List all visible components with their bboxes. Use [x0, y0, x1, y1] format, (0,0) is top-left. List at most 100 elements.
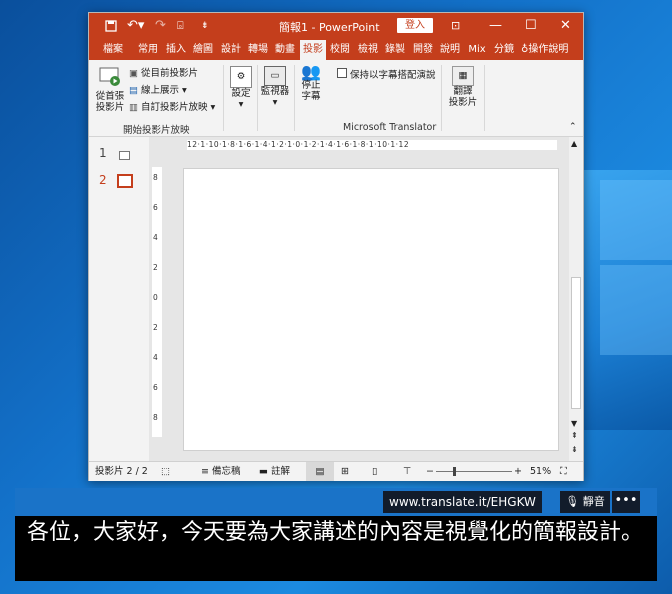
next-slide-icon[interactable]: ⇟ — [571, 445, 578, 454]
notes-label: 備忘稿 — [212, 466, 241, 477]
tab-design[interactable]: 設計 — [218, 40, 244, 60]
microphone-icon: 🎙 — [565, 495, 580, 508]
stop-subtitles-label-2: 字幕 — [301, 91, 321, 102]
keep-subtitles-checkbox[interactable]: 保持以字幕搭配演說 — [337, 68, 436, 82]
notes-check-icon[interactable]: ⬚ — [161, 462, 170, 481]
translate-slides-button[interactable]: ▦ 翻譯 投影片 — [447, 66, 479, 108]
tab-view[interactable]: 檢視 — [355, 40, 381, 60]
vruler-label: 6 — [153, 383, 158, 392]
setup-icon: ⚙ — [230, 66, 252, 88]
tab-record[interactable]: 錄製 — [382, 40, 408, 60]
tab-slideshow[interactable]: 投影 — [300, 40, 326, 60]
sorter-view-icon[interactable]: ⊞ — [341, 462, 349, 481]
redo-icon[interactable]: ↷ — [155, 17, 166, 35]
ribbon-separator — [257, 65, 258, 131]
fit-to-window-icon[interactable]: ⛶ — [560, 462, 567, 481]
minimize-icon[interactable]: — — [489, 17, 502, 35]
monitor-icon: ▭ — [264, 66, 286, 86]
thumbnail-pane: 1 2 — [89, 137, 149, 461]
desktop-window-pane — [600, 265, 672, 355]
custom-show-label: 自訂投影片放映 — [141, 102, 208, 113]
zoom-out-icon[interactable]: − — [426, 462, 434, 481]
mute-button[interactable]: 🎙 靜音 — [560, 491, 610, 513]
notes-icon: ≡ — [201, 466, 209, 477]
tab-developer[interactable]: 開發 — [410, 40, 436, 60]
vruler-label: 6 — [153, 203, 158, 212]
subtitle-text: 各位，大家好，今天要為大家講述的內容是視覺化的簡報設計。 — [27, 520, 644, 545]
tab-transitions[interactable]: 轉場 — [245, 40, 271, 60]
reading-view-icon[interactable]: ▯ — [372, 462, 377, 481]
tab-insert[interactable]: 插入 — [163, 40, 189, 60]
slide-canvas[interactable] — [183, 168, 559, 451]
vertical-ruler: 8 6 4 2 0 2 4 6 8 — [152, 167, 162, 437]
tab-home[interactable]: 常用 — [135, 40, 161, 60]
tab-file[interactable]: 檔案 — [97, 40, 129, 60]
ribbon-separator — [484, 65, 485, 131]
comments-button[interactable]: ▬ 註解 — [259, 462, 290, 481]
translate-slides-label-1: 翻譯 — [453, 86, 473, 97]
notes-button[interactable]: ≡ 備忘稿 — [201, 462, 241, 481]
translate-slides-label-2: 投影片 — [448, 97, 478, 108]
vruler-label: 4 — [153, 233, 158, 242]
zoom-in-icon[interactable]: + — [514, 462, 522, 481]
setup-button[interactable]: ⚙ 設定 ▾ — [227, 66, 255, 110]
undo-icon[interactable]: ↶▾ — [127, 17, 144, 35]
qat-more-icon[interactable]: ⇟ — [201, 17, 209, 35]
vruler-label: 2 — [153, 263, 158, 272]
comments-label: 註解 — [271, 466, 291, 477]
scroll-up-icon[interactable]: ▲ — [571, 139, 577, 148]
slide-thumbnail-1[interactable] — [119, 151, 130, 160]
ribbon-options-icon[interactable]: ⊡ — [451, 17, 460, 35]
tab-mix[interactable]: Mix — [465, 40, 489, 60]
caption-overlay: www.translate.it/EHGKW 🎙 靜音 ••• 各位，大家好，今… — [15, 488, 657, 581]
zoom-slider-thumb[interactable] — [453, 467, 456, 476]
custom-show-button[interactable]: ▥ 自訂投影片放映 ▾ — [129, 102, 215, 114]
thumbnail-number: 1 — [99, 146, 107, 160]
tab-animations[interactable]: 動畫 — [272, 40, 298, 60]
maximize-icon[interactable]: ☐ — [525, 17, 537, 35]
from-current-button[interactable]: ▣ 從目前投影片 — [129, 68, 198, 80]
group-label-start-slideshow: 開始投影片放映 — [123, 125, 190, 136]
vruler-label: 0 — [153, 293, 158, 302]
ribbon-separator — [441, 65, 442, 131]
slideshow-view-icon[interactable]: ⊤ — [403, 462, 411, 481]
tab-review[interactable]: 校閱 — [327, 40, 353, 60]
tab-draw[interactable]: 繪圖 — [190, 40, 216, 60]
desktop-window-pane — [600, 180, 672, 260]
save-icon[interactable] — [105, 17, 117, 35]
vertical-scrollbar[interactable]: ▲ ▼ ⇞ ⇟ — [569, 137, 582, 461]
vruler-label: 8 — [153, 173, 158, 182]
setup-label: 設定 — [231, 88, 251, 99]
from-beginning-button[interactable]: 從首張 投影片 — [93, 66, 127, 113]
zoom-level[interactable]: 51% — [530, 462, 551, 481]
online-present-label: 線上展示 — [141, 85, 180, 96]
close-icon[interactable]: ✕ — [560, 17, 571, 35]
translate-url[interactable]: www.translate.it/EHGKW — [383, 491, 542, 513]
mute-label: 靜音 — [582, 495, 605, 508]
scroll-down-icon[interactable]: ▼ — [571, 419, 577, 428]
present-icon[interactable]: ⌻ — [177, 17, 184, 35]
from-current-label: 從目前投影片 — [141, 68, 199, 79]
tab-storyboard[interactable]: 分鏡 — [491, 40, 517, 60]
from-beginning-label-1: 從首張 — [95, 91, 125, 102]
tell-me-search[interactable]: ♁操作說明 — [521, 40, 581, 60]
more-options-button[interactable]: ••• — [612, 491, 640, 513]
monitor-button[interactable]: ▭ 監視器 ▾ — [259, 66, 291, 108]
slide-thumbnail-2[interactable] — [117, 174, 133, 188]
sign-in-button[interactable]: 登入 — [397, 18, 433, 33]
prev-slide-icon[interactable]: ⇞ — [571, 431, 578, 440]
zoom-slider[interactable] — [436, 471, 512, 472]
normal-view-icon[interactable]: ▤ — [306, 462, 334, 481]
title-bar: ↶▾ ↷ ⌻ ⇟ 簡報1 - PowerPoint 登入 ⊡ — ☐ ✕ — [89, 13, 583, 40]
horizontal-ruler: 12·1·10·1·8·1·6·1·4·1·2·1·0·1·2·1·4·1·6·… — [187, 140, 557, 150]
tab-help[interactable]: 說明 — [437, 40, 463, 60]
stop-subtitles-button[interactable]: 👥 停止 字幕 — [296, 64, 326, 103]
status-bar: 投影片 2 / 2 ⬚ ≡ 備忘稿 ▬ 註解 ▤ ⊞ ▯ ⊤ − + 51% ⛶ — [89, 461, 583, 481]
collapse-ribbon-icon[interactable]: ⌃ — [569, 122, 577, 132]
translate-slides-icon: ▦ — [452, 66, 474, 86]
scroll-thumb[interactable] — [571, 277, 581, 409]
slide-editor: 12·1·10·1·8·1·6·1·4·1·2·1·0·1·2·1·4·1·6·… — [149, 137, 569, 461]
monitor-label: 監視器 — [260, 86, 290, 97]
online-present-button[interactable]: ▤ 線上展示 ▾ — [129, 85, 187, 97]
vruler-label: 4 — [153, 353, 158, 362]
